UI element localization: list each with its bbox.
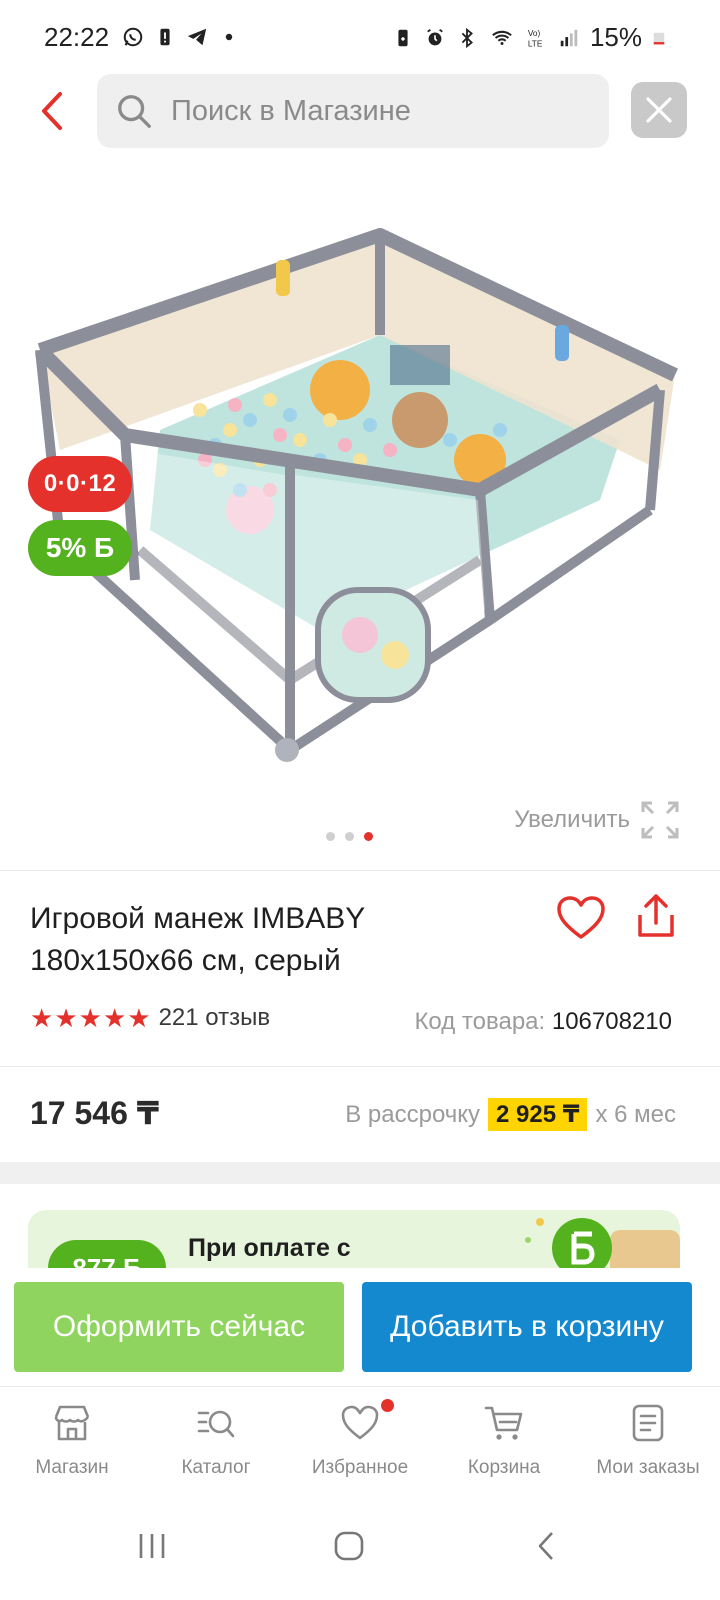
star-icon: ★ [127, 1003, 151, 1033]
heart-icon [557, 896, 605, 939]
heart-icon [341, 1405, 379, 1440]
action-bar: Оформить сейчас Добавить в корзину [0, 1268, 720, 1386]
bluetooth-icon [461, 27, 473, 48]
cart-icon [484, 1406, 523, 1440]
product-code-label: Код товара: [414, 1008, 546, 1035]
installment-term: х 6 мес [595, 1100, 676, 1128]
product-code: Код товара: 106708210 [414, 1008, 672, 1036]
section-separator [0, 1162, 720, 1184]
installment-prefix: В рассрочку [345, 1100, 481, 1128]
system-navigation-bar [0, 1496, 720, 1600]
battery-alert-icon [160, 28, 170, 46]
carousel-indicator [326, 832, 373, 841]
bottom-navigation: Магазин Каталог Избранное Корзина Мои за… [0, 1386, 720, 1496]
status-bar: 22:22 Vo) LTE 15% [0, 0, 720, 78]
nav-label: Каталог [181, 1457, 251, 1478]
expand-icon [641, 801, 679, 839]
share-icon [638, 894, 674, 937]
home-icon [334, 1531, 364, 1561]
reviews-link[interactable]: 221 отзыв [159, 1004, 271, 1032]
back-button[interactable] [32, 86, 72, 136]
star-icon: ★ [78, 1003, 102, 1033]
wifi-icon [492, 30, 512, 45]
back-arrow-icon [538, 1532, 553, 1560]
installment-info[interactable]: В рассрочку 2 925 ₸ х 6 мес [345, 1098, 676, 1131]
notification-dot [381, 1399, 394, 1412]
star-icon: ★ [102, 1003, 127, 1033]
more-notifications-icon [225, 33, 233, 41]
close-search-button[interactable] [631, 82, 687, 138]
home-button[interactable] [319, 1516, 379, 1576]
nav-catalog[interactable]: Каталог [144, 1387, 288, 1496]
zoom-button[interactable]: Увеличить [514, 800, 680, 840]
notification-icons [122, 26, 240, 48]
nav-label: Мои заказы [596, 1457, 700, 1478]
search-box[interactable] [97, 74, 609, 148]
orders-icon [632, 1404, 664, 1442]
rating-stars: ★ ★ ★ ★ ★ [30, 1004, 151, 1032]
promo-text: При оплате с [188, 1234, 351, 1262]
nav-label: Избранное [311, 1457, 409, 1478]
system-back-button[interactable] [516, 1516, 576, 1576]
product-title: Игровой манеж IMBABY 180x150x66 см, серы… [30, 902, 365, 977]
star-icon: ★ [30, 1003, 54, 1033]
star-icon: ★ [54, 1003, 78, 1033]
nav-favorites[interactable]: Избранное [288, 1387, 432, 1496]
rating-row[interactable]: ★ ★ ★ ★ ★ 221 отзыв [30, 1004, 270, 1032]
nav-cart[interactable]: Корзина [432, 1387, 576, 1496]
zoom-label: Увеличить [514, 806, 630, 833]
divider [0, 1066, 720, 1067]
search-input[interactable] [171, 94, 571, 128]
nav-orders[interactable]: Мои заказы [576, 1387, 720, 1496]
battery-saver-icon [398, 29, 408, 46]
carousel-dot[interactable] [345, 832, 354, 841]
carousel-dot-active[interactable] [364, 832, 373, 841]
signal-icon [560, 29, 578, 46]
buy-now-button[interactable]: Оформить сейчас [14, 1282, 344, 1372]
store-icon [54, 1405, 90, 1441]
status-time: 22:22 [44, 22, 110, 52]
nav-store[interactable]: Магазин [0, 1387, 144, 1496]
product-code-value: 106708210 [551, 1008, 672, 1035]
add-to-cart-button[interactable]: Добавить в корзину [362, 1282, 692, 1372]
favorite-button[interactable] [556, 895, 606, 941]
alarm-icon [427, 28, 443, 45]
chevron-left-icon [42, 92, 62, 130]
svg-text:Vo): Vo) [528, 29, 541, 38]
bonus-badge: 5% Б [28, 520, 132, 576]
nav-label: Магазин [35, 1457, 109, 1478]
divider [0, 870, 720, 871]
whatsapp-icon [123, 27, 143, 47]
svg-text:LTE: LTE [528, 39, 543, 48]
carousel-dot[interactable] [326, 832, 335, 841]
close-icon [646, 97, 672, 123]
volte-icon: Vo)LTE [528, 29, 543, 48]
recent-apps-button[interactable] [122, 1516, 182, 1576]
price: 17 546 ₸ [30, 1095, 160, 1131]
battery-icon [653, 32, 665, 44]
share-button[interactable] [634, 893, 678, 941]
system-status-icons: Vo) LTE 15% [392, 22, 666, 53]
search-icon [118, 95, 151, 128]
telegram-icon [187, 28, 207, 46]
recent-apps-icon [139, 1534, 165, 1558]
battery-percent: 15% [589, 22, 642, 52]
catalog-search-icon [197, 1410, 235, 1438]
nav-label: Корзина [467, 1457, 541, 1478]
installment-amount: 2 925 ₸ [488, 1098, 588, 1131]
installment-badge: 0·0·12 [28, 456, 132, 512]
